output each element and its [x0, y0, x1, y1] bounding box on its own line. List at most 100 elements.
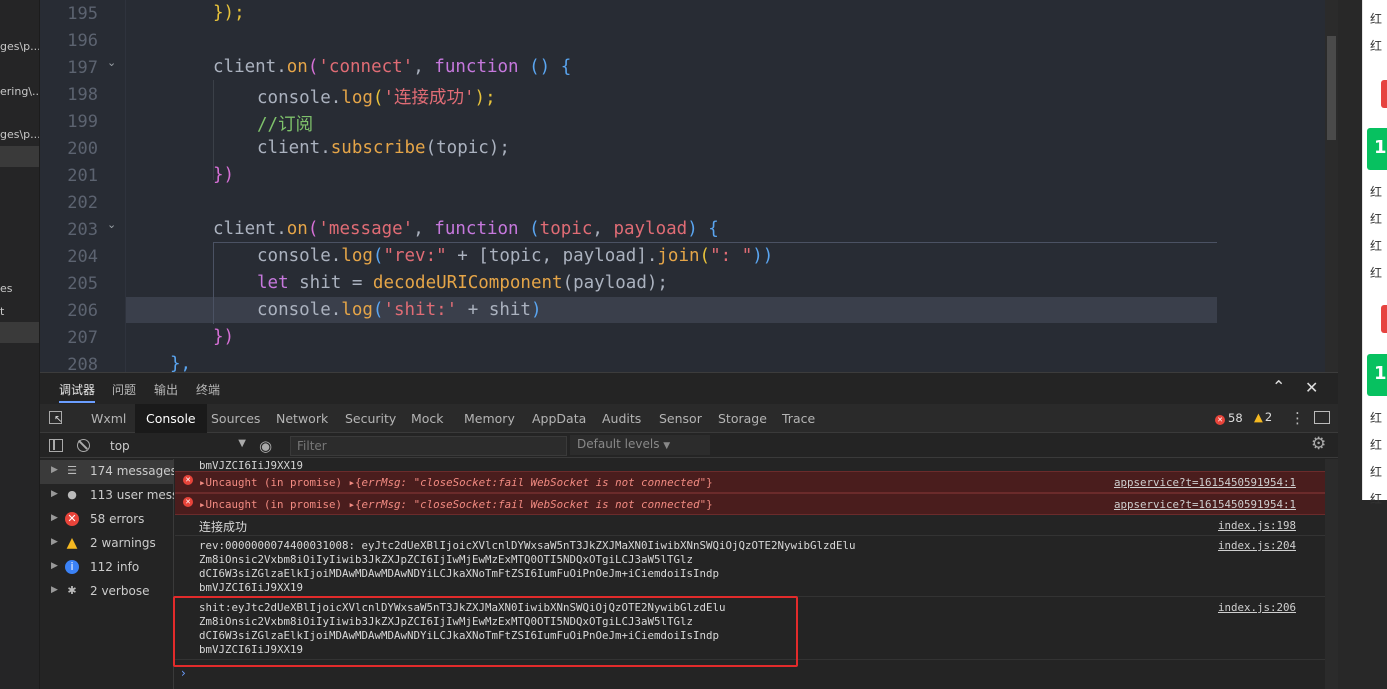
- clear-console-icon[interactable]: [77, 439, 90, 452]
- tab-storage[interactable]: Storage: [718, 411, 767, 426]
- phone-preview[interactable]: 红 红 1 红 红 红 红 1 红 红 红 红: [1362, 0, 1387, 506]
- tab-appdata[interactable]: AppData: [532, 411, 586, 426]
- sidebar-toggle-icon[interactable]: [49, 439, 63, 452]
- tab-memory[interactable]: Memory: [464, 411, 515, 426]
- tab-audits[interactable]: Audits: [602, 411, 641, 426]
- code-token: topic: [539, 219, 593, 239]
- fold-chevron-icon[interactable]: ⌄: [107, 56, 116, 69]
- code-line-206: console.log('shit:' + shit): [257, 300, 542, 320]
- dock-side-icon[interactable]: [1314, 411, 1330, 424]
- tab-trace[interactable]: Trace: [782, 411, 815, 426]
- code-token: on: [286, 57, 308, 77]
- gutter-edge: [125, 0, 126, 372]
- code-line-200: client.subscribe(topic);: [257, 138, 510, 158]
- code-line-198: console.log('连接成功');: [257, 84, 496, 109]
- line-number: 204: [67, 247, 98, 267]
- code-token: '连接成功': [383, 88, 475, 108]
- code-token: console.: [257, 88, 342, 108]
- explorer-item[interactable]: es: [0, 282, 39, 295]
- tab-debugger[interactable]: 调试器: [59, 381, 96, 403]
- close-icon[interactable]: ✕: [1305, 378, 1318, 397]
- highlight-annotation-box: [173, 596, 798, 667]
- code-token: client.: [257, 138, 331, 158]
- inspect-element-icon[interactable]: [49, 411, 62, 425]
- code-token: 'shit:': [383, 300, 458, 320]
- line-number: 197: [67, 58, 98, 78]
- sidebar-item-verbose[interactable]: ▶ ✱ 2 verbose: [40, 580, 174, 604]
- line-gutter: 195 196 197 ⌄ 198 199 200 201 202 203 ⌄ …: [40, 0, 125, 372]
- source-link[interactable]: index.js:206: [1218, 601, 1296, 614]
- live-expression-eye-icon[interactable]: ◉: [259, 437, 272, 455]
- filter-input[interactable]: [290, 436, 567, 456]
- tab-sources[interactable]: Sources: [211, 411, 260, 426]
- code-token: log: [341, 300, 373, 320]
- fold-chevron-icon[interactable]: ⌄: [107, 218, 116, 231]
- line-number: 198: [67, 85, 98, 105]
- code-token: function: [434, 57, 519, 77]
- log-text: rev:0000000074400031008: eyJtc2dUeXBlIjo…: [199, 539, 856, 552]
- code-line-205: let shit = decodeURIComponent(payload);: [257, 273, 668, 293]
- tab-network[interactable]: Network: [276, 411, 328, 426]
- log-row-error[interactable]: ✕ ▸Uncaught (in promise) ▸{errMsg: "clos…: [175, 471, 1325, 493]
- tab-mock[interactable]: Mock: [411, 411, 444, 426]
- console-scrollbar[interactable]: [1325, 459, 1338, 689]
- scrollbar-thumb[interactable]: [1327, 36, 1336, 140]
- explorer-item[interactable]: t: [0, 305, 39, 318]
- warning-count-badge[interactable]: ▲ 2: [1254, 410, 1272, 424]
- explorer-item[interactable]: ges\p...: [0, 40, 39, 53]
- tab-security[interactable]: Security: [345, 411, 396, 426]
- line-number: 207: [67, 328, 98, 348]
- log-levels-dropdown[interactable]: Default levels ▼: [570, 435, 710, 455]
- line-number: 201: [67, 166, 98, 186]
- warning-icon: ▲: [1254, 410, 1263, 424]
- explorer-item[interactable]: ering\...: [0, 85, 39, 98]
- explorer-item[interactable]: ges\p...: [0, 128, 39, 141]
- error-count-badge[interactable]: ✕ 58: [1215, 411, 1243, 425]
- source-link[interactable]: index.js:204: [1218, 539, 1296, 552]
- tab-output[interactable]: 输出: [154, 381, 178, 398]
- tab-terminal[interactable]: 终端: [196, 381, 220, 398]
- explorer-selected-row[interactable]: [0, 146, 39, 167]
- log-row-partial: bmVJZCI6IiJ9XX19: [175, 459, 1325, 472]
- code-token: let: [257, 273, 289, 293]
- phone-red-button[interactable]: [1381, 305, 1387, 333]
- log-text: Zm8iOnsic2Vxbm8iOiIyIiwib3JkZXJpZCI6IjIw…: [199, 553, 694, 566]
- sidebar-item-errors[interactable]: ▶ ✕ 58 errors: [40, 508, 174, 532]
- console-prompt-icon[interactable]: ›: [181, 666, 186, 680]
- context-value: top: [110, 439, 130, 453]
- sidebar-item-info[interactable]: ▶ i 112 info: [40, 556, 174, 580]
- explorer-selected-row[interactable]: [0, 322, 39, 343]
- tab-wxml[interactable]: Wxml: [91, 411, 126, 426]
- phone-red-button[interactable]: [1381, 80, 1387, 108]
- code-token: + [topic, payload].: [446, 246, 658, 266]
- editor-scrollbar[interactable]: [1325, 0, 1338, 372]
- source-link[interactable]: appservice?t=1615450591954:1: [1114, 498, 1296, 511]
- code-token: (topic);: [425, 138, 510, 158]
- tab-console[interactable]: Console: [135, 404, 207, 433]
- log-text: dCI6W3siZGlzaElkIjoiMDAwMDAwMDAwNDYiLCJk…: [199, 567, 720, 580]
- code-token: console.: [257, 246, 342, 266]
- log-row-error[interactable]: ✕ ▸Uncaught (in promise) ▸{errMsg: "clos…: [175, 493, 1325, 515]
- context-selector[interactable]: top ▼: [106, 437, 246, 455]
- error-value: "closeSocket:fail WebSocket is not conne…: [413, 498, 707, 511]
- phone-text: 红: [1370, 465, 1383, 479]
- tab-problems[interactable]: 问题: [112, 381, 136, 398]
- console-settings-gear-icon[interactable]: ⚙: [1311, 434, 1326, 454]
- verbose-icon: ✱: [67, 584, 77, 597]
- code-editor[interactable]: 195 196 197 ⌄ 198 199 200 201 202 203 ⌄ …: [40, 0, 1325, 372]
- sidebar-item-warnings[interactable]: ▶ ▲ 2 warnings: [40, 532, 174, 556]
- sidebar-item-messages[interactable]: ▶ ☰ 174 messages: [40, 460, 174, 484]
- tab-sensor[interactable]: Sensor: [659, 411, 702, 426]
- code-token: (: [518, 219, 540, 239]
- line-number: 206: [67, 301, 98, 321]
- maximize-chevron-icon[interactable]: ⌃: [1272, 377, 1285, 396]
- code-token: ) {: [687, 219, 719, 239]
- code-token: (payload);: [562, 273, 668, 293]
- sidebar-item-user-messages[interactable]: ▶ ● 113 user mess...: [40, 484, 174, 508]
- console-sidebar: ▶ ☰ 174 messages ▶ ● 113 user mess... ▶ ✕ 58 e…: [40, 459, 174, 689]
- panel-tabs: 调试器 问题 输出 终端 ⌃ ✕: [40, 373, 1338, 403]
- source-link[interactable]: index.js:198: [1218, 519, 1296, 532]
- simulator-panel: 红 红 1 红 红 红 红 1 红 红 红 红: [1338, 0, 1387, 689]
- source-link[interactable]: appservice?t=1615450591954:1: [1114, 476, 1296, 489]
- more-options-icon[interactable]: ⋮: [1290, 409, 1305, 427]
